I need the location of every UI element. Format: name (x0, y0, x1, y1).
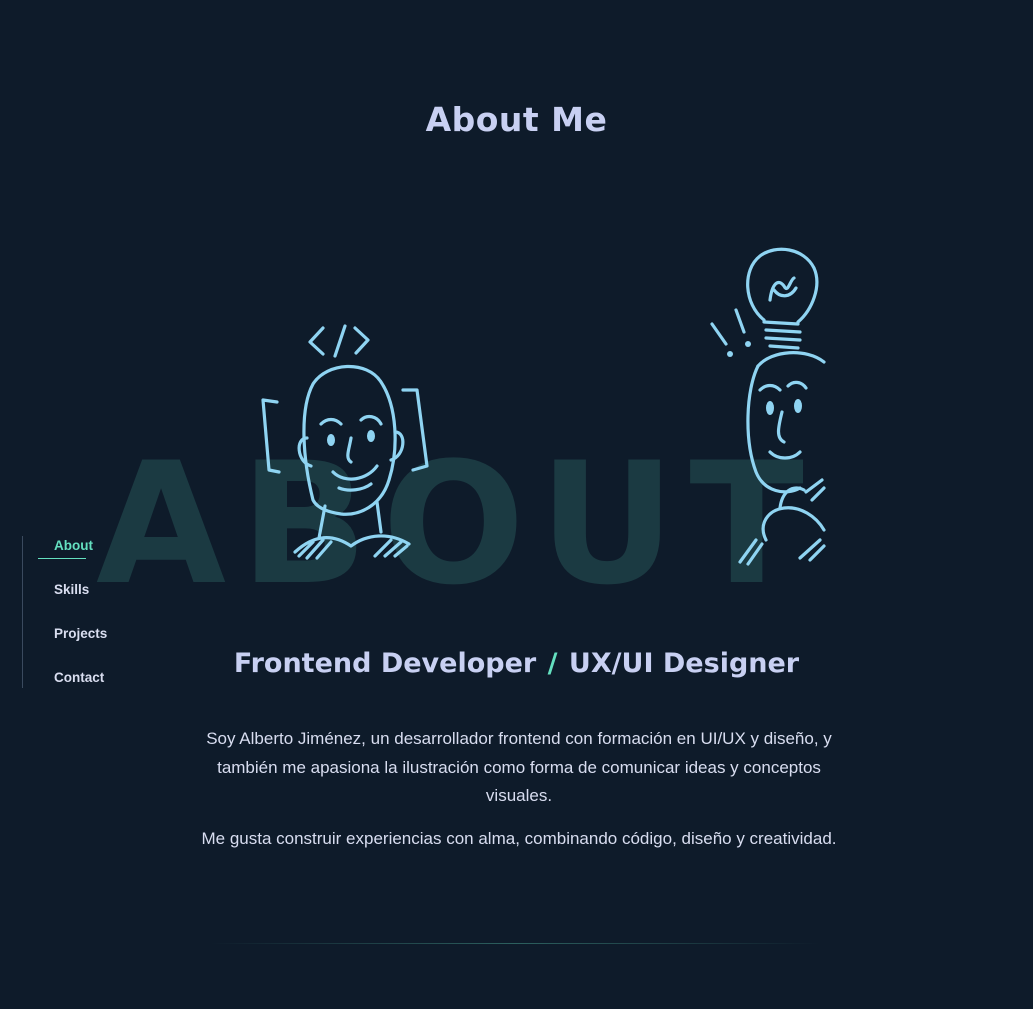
section-title: About Me (425, 100, 608, 139)
about-section: About Me ABOUT About Skills Projects Con… (0, 0, 1033, 1009)
bio-paragraph: Me gusta construir experiencias con alma… (201, 829, 837, 848)
nav-link-about[interactable]: About (54, 538, 93, 553)
nav-link-projects[interactable]: Projects (54, 626, 107, 641)
role-separator: / (547, 648, 558, 679)
section-divider (210, 943, 820, 944)
developer-sketch-icon (255, 320, 435, 570)
idea-sketch-icon (700, 240, 835, 570)
nav-link-skills[interactable]: Skills (54, 582, 89, 597)
bio-paragraph: Soy Alberto Jiménez, un desarrollador fr… (206, 729, 832, 805)
role-heading: Frontend Developer / UX/UI Designer (0, 648, 1033, 679)
role-secondary: UX/UI Designer (568, 648, 800, 679)
role-primary: Frontend Developer (233, 648, 537, 679)
active-indicator (38, 558, 86, 559)
